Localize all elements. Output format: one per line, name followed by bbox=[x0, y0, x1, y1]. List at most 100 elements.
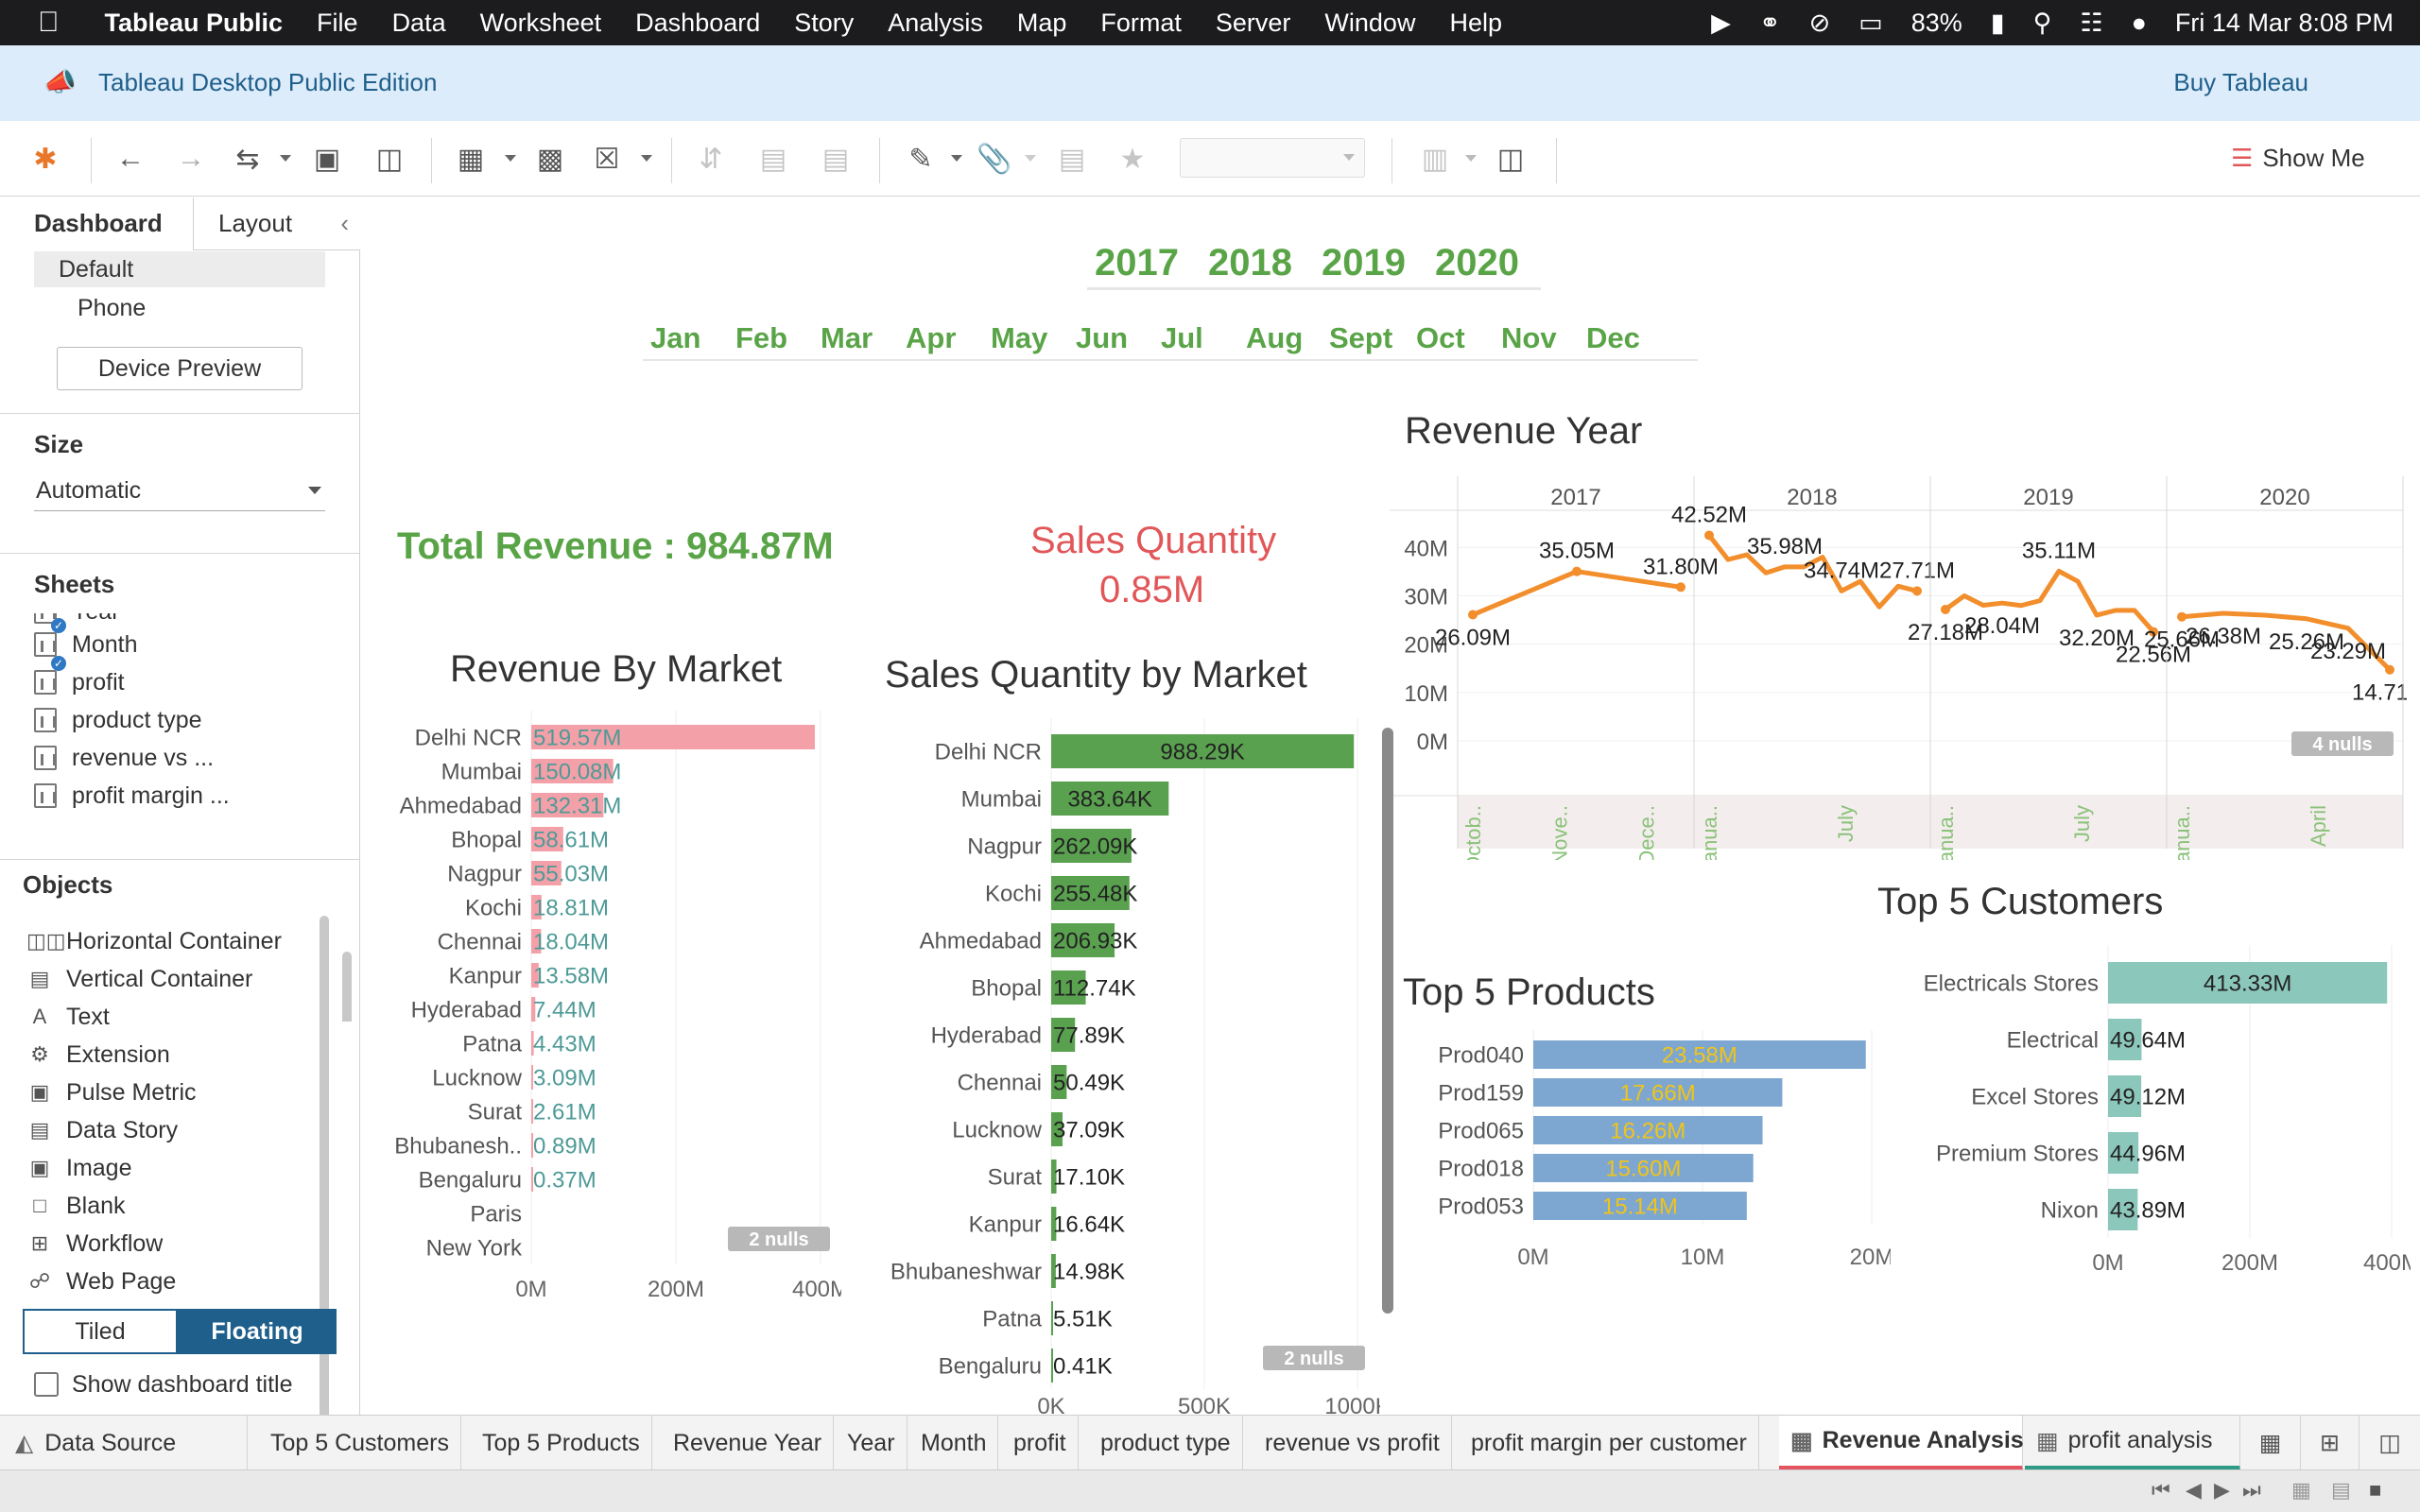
year-filter-2019[interactable]: 2019 bbox=[1322, 242, 1406, 284]
year-filter-2018[interactable]: 2018 bbox=[1208, 242, 1292, 284]
month-filter-may[interactable]: May bbox=[991, 321, 1047, 355]
sort-ascending-icon[interactable]: ▤ bbox=[752, 138, 794, 180]
object-text[interactable]: A Text bbox=[26, 998, 110, 1036]
tab-year[interactable]: Year bbox=[836, 1416, 908, 1470]
object-web-page[interactable]: ☍ Web Page bbox=[26, 1263, 176, 1300]
tiled-toggle[interactable]: Tiled bbox=[23, 1309, 178, 1354]
tab-layout[interactable]: Layout ‹ bbox=[193, 198, 360, 250]
menu-file[interactable]: File bbox=[317, 9, 358, 38]
presentation-mode-icon[interactable]: ◫ bbox=[1490, 138, 1531, 180]
collapse-icon[interactable]: ‹ bbox=[340, 209, 349, 238]
menu-dashboard[interactable]: Dashboard bbox=[635, 9, 760, 38]
month-filter-jun[interactable]: Jun bbox=[1076, 321, 1128, 355]
object-data-story[interactable]: ▤ Data Story bbox=[26, 1111, 179, 1149]
tabs-view-icon[interactable]: ■ bbox=[2369, 1478, 2381, 1503]
menu-story[interactable]: Story bbox=[794, 9, 854, 38]
floating-toggle[interactable]: Floating bbox=[178, 1309, 337, 1354]
menu-map[interactable]: Map bbox=[1017, 9, 1067, 38]
month-filter-aug[interactable]: Aug bbox=[1246, 321, 1303, 355]
object-pulse-metric[interactable]: ▣ Pulse Metric bbox=[26, 1074, 197, 1111]
object-blank[interactable]: □ Blank bbox=[26, 1187, 125, 1225]
year-filter-2017[interactable]: 2017 bbox=[1095, 242, 1179, 284]
swap-rows-columns-icon[interactable]: ⇵ bbox=[690, 138, 732, 180]
clear-sheet-icon[interactable]: ☒ bbox=[586, 138, 628, 180]
menu-help[interactable]: Help bbox=[1449, 9, 1502, 38]
replace-data-source-icon[interactable]: ⇆ bbox=[227, 138, 268, 180]
apple-icon[interactable]:  bbox=[38, 7, 60, 39]
group-members-icon[interactable]: 📎 bbox=[974, 138, 1015, 180]
sheet-item-profit-margin[interactable]: profit margin ... bbox=[34, 777, 230, 815]
year-filter-2020[interactable]: 2020 bbox=[1435, 242, 1519, 284]
object-image[interactable]: ▣ Image bbox=[26, 1149, 132, 1187]
sheet-item-revenue-vs-profit[interactable]: revenue vs ... bbox=[34, 739, 214, 777]
highlight-icon[interactable]: ✎ bbox=[900, 138, 942, 180]
tab-revenue-analysis[interactable]: ▦ Revenue Analysis bbox=[1779, 1416, 2024, 1470]
menu-server[interactable]: Server bbox=[1216, 9, 1291, 38]
tab-revenue-vs-profit[interactable]: revenue vs profit bbox=[1253, 1416, 1452, 1470]
siri-icon[interactable]: ● bbox=[2132, 9, 2147, 38]
redo-icon[interactable]: → bbox=[170, 138, 212, 180]
month-filter-jul[interactable]: Jul bbox=[1161, 321, 1203, 355]
next-sheet-icon[interactable]: ▶ bbox=[2214, 1478, 2230, 1503]
filmstrip-view-icon[interactable]: ▤ bbox=[2331, 1478, 2351, 1503]
month-filter-jan[interactable]: Jan bbox=[650, 321, 700, 355]
tab-dashboard[interactable]: Dashboard bbox=[0, 198, 193, 250]
undo-icon[interactable]: ← bbox=[110, 138, 151, 180]
tab-profit-margin-per-customer[interactable]: profit margin per customer bbox=[1460, 1416, 1759, 1470]
menu-worksheet[interactable]: Worksheet bbox=[480, 9, 602, 38]
top-customers-chart[interactable]: 0M 200M 400M Electricals Stores 413.33M Elect… bbox=[1891, 945, 2411, 1285]
sheet-item-profit[interactable]: profit bbox=[34, 663, 125, 701]
month-filter-oct[interactable]: Oct bbox=[1416, 321, 1465, 355]
device-default[interactable]: Default bbox=[34, 251, 325, 287]
tab-month[interactable]: Month bbox=[909, 1416, 999, 1470]
size-dropdown[interactable]: Automatic bbox=[34, 472, 325, 511]
sales-quantity-by-market-chart[interactable]: 0K500K1000KDelhi NCR988.29KMumbai383.64K… bbox=[851, 718, 1380, 1418]
tab-top-5-customers[interactable]: Top 5 Customers bbox=[259, 1416, 461, 1470]
pin-axes-icon[interactable]: ★ bbox=[1112, 138, 1153, 180]
duplicate-sheet-icon[interactable]: ▩ bbox=[529, 138, 571, 180]
last-sheet-icon[interactable]: ⏭ bbox=[2242, 1478, 2261, 1503]
new-dashboard-tab-icon[interactable]: ⊞ bbox=[2301, 1416, 2360, 1470]
revenue-by-market-chart[interactable]: 0M 200M 400M Delhi NCR 519.57M Mumbai 150.08M A… bbox=[369, 711, 841, 1315]
menu-app[interactable]: Tableau Public bbox=[105, 9, 284, 38]
new-worksheet-icon[interactable]: ▦ bbox=[450, 138, 492, 180]
menu-analysis[interactable]: Analysis bbox=[888, 9, 983, 38]
month-filter-dec[interactable]: Dec bbox=[1586, 321, 1640, 355]
sheets-scrollbar[interactable] bbox=[342, 952, 352, 1022]
tab-product-type[interactable]: product type bbox=[1089, 1416, 1243, 1470]
device-phone[interactable]: Phone bbox=[78, 290, 146, 326]
menu-window[interactable]: Window bbox=[1324, 9, 1415, 38]
month-filter-apr[interactable]: Apr bbox=[906, 321, 956, 355]
month-filter-sept[interactable]: Sept bbox=[1329, 321, 1392, 355]
tab-profit-analysis[interactable]: ▦ profit analysis bbox=[2025, 1416, 2240, 1470]
wifi-off-icon[interactable]: ⊘ bbox=[1809, 9, 1831, 38]
tab-data-source[interactable]: ◭ Data Source bbox=[0, 1416, 248, 1470]
show-labels-icon[interactable]: ▤ bbox=[1051, 138, 1093, 180]
new-data-source-icon[interactable]: ◫ bbox=[369, 138, 410, 180]
month-filter-mar[interactable]: Mar bbox=[821, 321, 873, 355]
play-icon[interactable]: ▶ bbox=[1711, 9, 1731, 38]
tab-top-5-products[interactable]: Top 5 Products bbox=[471, 1416, 652, 1470]
month-filter-nov[interactable]: Nov bbox=[1501, 321, 1557, 355]
show-title-checkbox[interactable] bbox=[34, 1372, 59, 1397]
show-me-button[interactable]: ☰ Show Me bbox=[2231, 144, 2365, 173]
tab-profit[interactable]: profit bbox=[1002, 1416, 1079, 1470]
grid-view-icon[interactable]: ▦ bbox=[2291, 1478, 2311, 1503]
sort-descending-icon[interactable]: ▤ bbox=[815, 138, 856, 180]
search-icon[interactable]: ⚲ bbox=[2033, 9, 2052, 38]
sales-quantity-scrollbar[interactable] bbox=[1382, 728, 1393, 1314]
new-worksheet-tab-icon[interactable]: ▦ bbox=[2240, 1416, 2301, 1470]
display-icon[interactable]: ▭ bbox=[1858, 9, 1883, 38]
tab-revenue-year[interactable]: Revenue Year bbox=[662, 1416, 835, 1470]
control-center-icon[interactable]: ☷ bbox=[2080, 9, 2102, 38]
month-filter-feb[interactable]: Feb bbox=[735, 321, 787, 355]
buy-tableau-link[interactable]: Buy Tableau bbox=[2173, 68, 2308, 97]
object-workflow[interactable]: ⊞ Workflow bbox=[26, 1225, 164, 1263]
new-story-tab-icon[interactable]: ◫ bbox=[2360, 1416, 2420, 1470]
battery-icon[interactable]: ▮ bbox=[1991, 9, 2005, 38]
sheet-item-product-type[interactable]: product type bbox=[34, 701, 202, 739]
tableau-logo-icon[interactable]: ✱ bbox=[25, 138, 66, 180]
save-icon[interactable]: ▣ bbox=[306, 138, 348, 180]
object-vertical-container[interactable]: ▤ Vertical Container bbox=[26, 960, 253, 998]
sheet-item-month[interactable]: Month bbox=[34, 626, 137, 663]
